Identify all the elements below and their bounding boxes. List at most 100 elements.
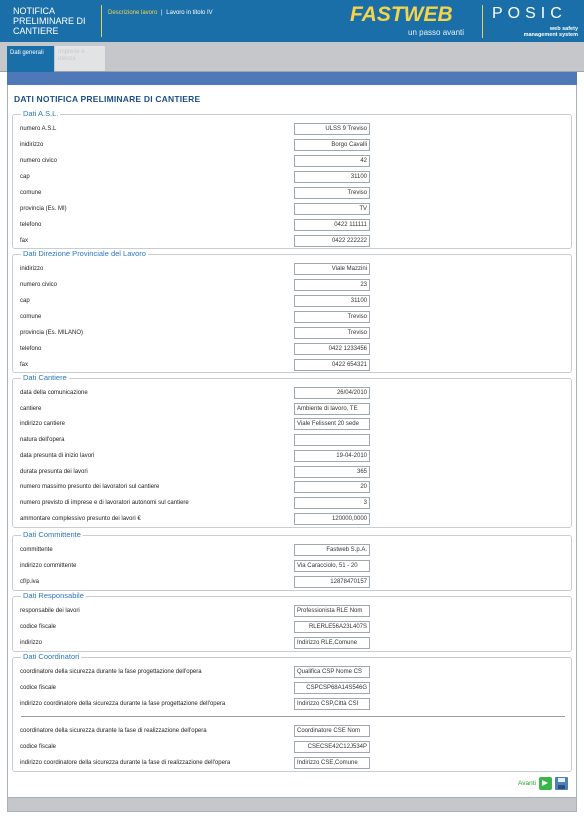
field-label: cap [20, 174, 30, 180]
field-label: indirizzo committente [20, 563, 77, 569]
header-separator [101, 5, 102, 37]
tab-dati-generali[interactable]: Dati generali [7, 46, 54, 73]
field-label: cap [20, 298, 30, 304]
field-label: indirizzo coordinatore della sicurezza d… [20, 701, 226, 707]
fieldset-legend: Dati Committente [21, 530, 83, 539]
field-input[interactable]: ULSS 9 Treviso [294, 123, 370, 135]
field-label: durata presunta dei lavori [20, 468, 88, 475]
form-row: codice fiscale CSPCSP68A14S546G [20, 682, 380, 695]
field-input[interactable] [294, 434, 370, 447]
field-input[interactable]: Indirizzo CSP,Città CSI [294, 698, 370, 710]
form-row: codice fiscale RLERLE56A23L407S [20, 621, 380, 634]
field-label: comune [20, 314, 42, 320]
field-input[interactable]: Borgo Cavalli [294, 139, 370, 151]
field-input[interactable]: Qualifica CSP Nome CS [294, 666, 370, 678]
fieldset-legend: Dati Coordinatori [21, 652, 82, 661]
field-input[interactable]: 26/04/2010 [294, 387, 370, 399]
field-input[interactable]: Viale Mazzini [294, 263, 370, 275]
field-label: numero massimo presunto dei lavoratori s… [20, 484, 160, 491]
form-row: indirizzo Indirizzo RLE,Comune [20, 637, 380, 650]
field-input[interactable]: 3 [294, 496, 370, 509]
field-input[interactable]: 31100 [294, 171, 370, 183]
form-row: comune Treviso [20, 187, 380, 200]
form-row: numero previsto di imprese e di lavorato… [20, 496, 380, 510]
field-label: fax [20, 238, 29, 244]
field-input[interactable]: 12878470157 [294, 576, 370, 588]
field-input[interactable]: Indirizzo CSE,Comune [294, 757, 370, 769]
field-input[interactable]: 0422 1233456 [294, 343, 370, 355]
field-input[interactable]: Via Caracciolo, 51 - 20 [294, 560, 370, 572]
fieldset-legend: Dati Cantiere [21, 373, 69, 382]
coordinatori-divider [21, 716, 565, 717]
field-input[interactable]: 31100 [294, 295, 370, 307]
field-input[interactable]: Ambiente di lavoro, TE [294, 402, 370, 415]
field-input[interactable]: 0422 654321 [294, 359, 370, 371]
field-label: telefono [20, 222, 42, 228]
field-input[interactable]: 19-04-2010 [294, 449, 370, 462]
avanti-link[interactable]: Avanti [518, 780, 536, 787]
field-label: cf/p.iva [20, 579, 40, 585]
form-row: fax 0422 654321 [20, 359, 380, 372]
field-input[interactable]: Fastweb S.p.A. [294, 544, 370, 556]
field-input[interactable]: 0422 222222 [294, 235, 370, 247]
tab-imprese-e-utenze[interactable]: Imprese e utenze [55, 46, 105, 71]
fastweb-wordmark: FASTWEB [350, 3, 453, 26]
form-row: indirizzo committente Via Caracciolo, 51 … [20, 560, 380, 573]
field-label: data presunta di inizio lavori [20, 452, 95, 459]
app-header: NOTIFICA PRELIMINARE DI CANTIERE Descriz… [0, 0, 584, 42]
form-row: data della comunicazione 26/04/2010 [20, 387, 380, 400]
field-input[interactable]: Indirizzo RLE,Comune [294, 637, 370, 649]
field-label: inidirizzo [20, 142, 44, 148]
field-input[interactable]: TV [294, 203, 370, 215]
field-label: coordinatore della sicurezza durante la … [20, 728, 207, 734]
field-label: fax [20, 362, 29, 368]
field-input[interactable]: Viale Felissent 20 sede [294, 418, 370, 431]
posic-wordmark: POSIC [492, 5, 567, 22]
field-label: indirizzo coordinatore della sicurezza d… [20, 760, 231, 766]
field-label: inidirizzo [20, 266, 44, 272]
form-row: indirizzo coordinatore della sicurezza d… [20, 757, 380, 770]
field-input[interactable]: Coordinatore CSE Nom [294, 725, 370, 737]
fieldset-responsabile: Dati Responsabile responsabile dei lavor… [12, 591, 572, 652]
breadcrumb-current: Lavoro in titolo IV [166, 10, 213, 16]
posic-subtitle: web safety management system [524, 26, 578, 38]
field-label: provincia (Es. MILANO) [20, 330, 84, 336]
app-title: NOTIFICA PRELIMINARE DI CANTIERE [13, 6, 86, 36]
fieldset-cantiere: Dati Cantiere data della comunicazione 26… [12, 373, 572, 528]
field-input[interactable]: 365 [294, 465, 370, 478]
form-row: inidirizzo Borgo Cavalli [20, 139, 380, 152]
field-input[interactable]: 23 [294, 279, 370, 291]
tab-content-strip [7, 72, 577, 85]
form-row: indirizzo cantiere Viale Felissent 20 sed… [20, 418, 380, 431]
field-label: data della comunicazione [20, 390, 88, 396]
field-input[interactable]: 120000,0000 [294, 512, 370, 525]
field-input[interactable]: 20 [294, 481, 370, 494]
field-input[interactable]: Treviso [294, 327, 370, 339]
fieldset-asl: Dati A.S.L. numero A.S.L ULSS 9 Treviso in… [12, 109, 572, 249]
field-input[interactable]: 42 [294, 155, 370, 167]
field-input[interactable]: CSECSE42C12J534P [294, 741, 370, 753]
field-label: codice fiscale [20, 744, 57, 750]
form-row: responsabile dei lavori Professionista RL… [20, 605, 380, 618]
fieldset-legend: Dati Responsabile [21, 591, 86, 600]
breadcrumb-descrizione-lavoro[interactable]: Descrizione lavoro [108, 10, 157, 16]
next-arrow-icon[interactable] [539, 777, 552, 790]
field-label: ammontare complessivo presunto dei lavor… [20, 515, 141, 522]
save-icon[interactable] [555, 777, 568, 790]
field-input[interactable]: 0422 111111 [294, 219, 370, 231]
field-label: responsabile dei lavori [20, 608, 80, 614]
form-row: committente Fastweb S.p.A. [20, 544, 380, 557]
form-row: telefono 0422 1233456 [20, 343, 380, 356]
field-input[interactable]: CSPCSP68A14S546G [294, 682, 370, 694]
field-input[interactable]: Treviso [294, 187, 370, 199]
form-row: ammontare complessivo presunto dei lavor… [20, 512, 380, 526]
fastweb-logo: FASTWEB un passo avanti [350, 3, 474, 39]
field-label: provincia (Es. MI) [20, 206, 67, 212]
field-label: committente [20, 547, 53, 553]
field-input[interactable]: RLERLE56A23L407S [294, 621, 370, 633]
field-label: cantiere [20, 405, 42, 412]
field-input[interactable]: Professionista RLE Nom [294, 605, 370, 617]
form-row: inidirizzo Viale Mazzini [20, 263, 380, 276]
field-input[interactable]: Treviso [294, 311, 370, 323]
form-row: cf/p.iva 12878470157 [20, 576, 380, 589]
